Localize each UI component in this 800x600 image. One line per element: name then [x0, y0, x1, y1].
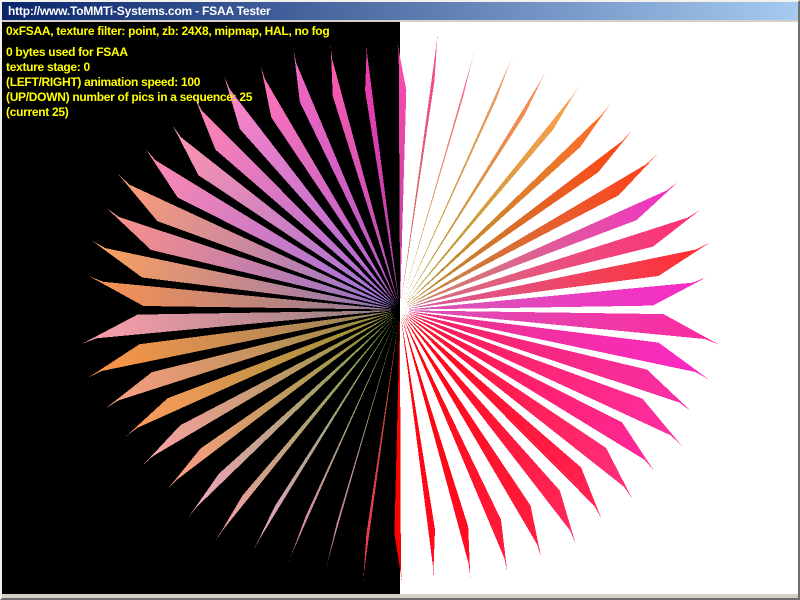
window-titlebar[interactable]: http://www.ToMMTi-Systems.com - FSAA Tes… — [2, 2, 798, 20]
overlay-line-current: (current 25) — [6, 105, 329, 120]
window-bottom-edge — [2, 594, 798, 598]
overlay-line-fsaa-mode: 0xFSAA, texture filter: point, zb: 24X8,… — [6, 24, 329, 39]
render-client-area: 0xFSAA, texture filter: point, zb: 24X8,… — [2, 22, 798, 594]
overlay-line-anim-speed: (LEFT/RIGHT) animation speed: 100 — [6, 75, 329, 90]
overlay-line-pics-sequence: (UP/DOWN) number of pics in a sequence: … — [6, 90, 329, 105]
window-title-text: http://www.ToMMTi-Systems.com - FSAA Tes… — [8, 4, 271, 18]
diagnostic-overlay: 0xFSAA, texture filter: point, zb: 24X8,… — [6, 24, 329, 120]
fsaa-tester-window: http://www.ToMMTi-Systems.com - FSAA Tes… — [0, 0, 800, 600]
overlay-line-texture-stage: texture stage: 0 — [6, 60, 329, 75]
overlay-line-bytes: 0 bytes used for FSAA — [6, 45, 329, 60]
